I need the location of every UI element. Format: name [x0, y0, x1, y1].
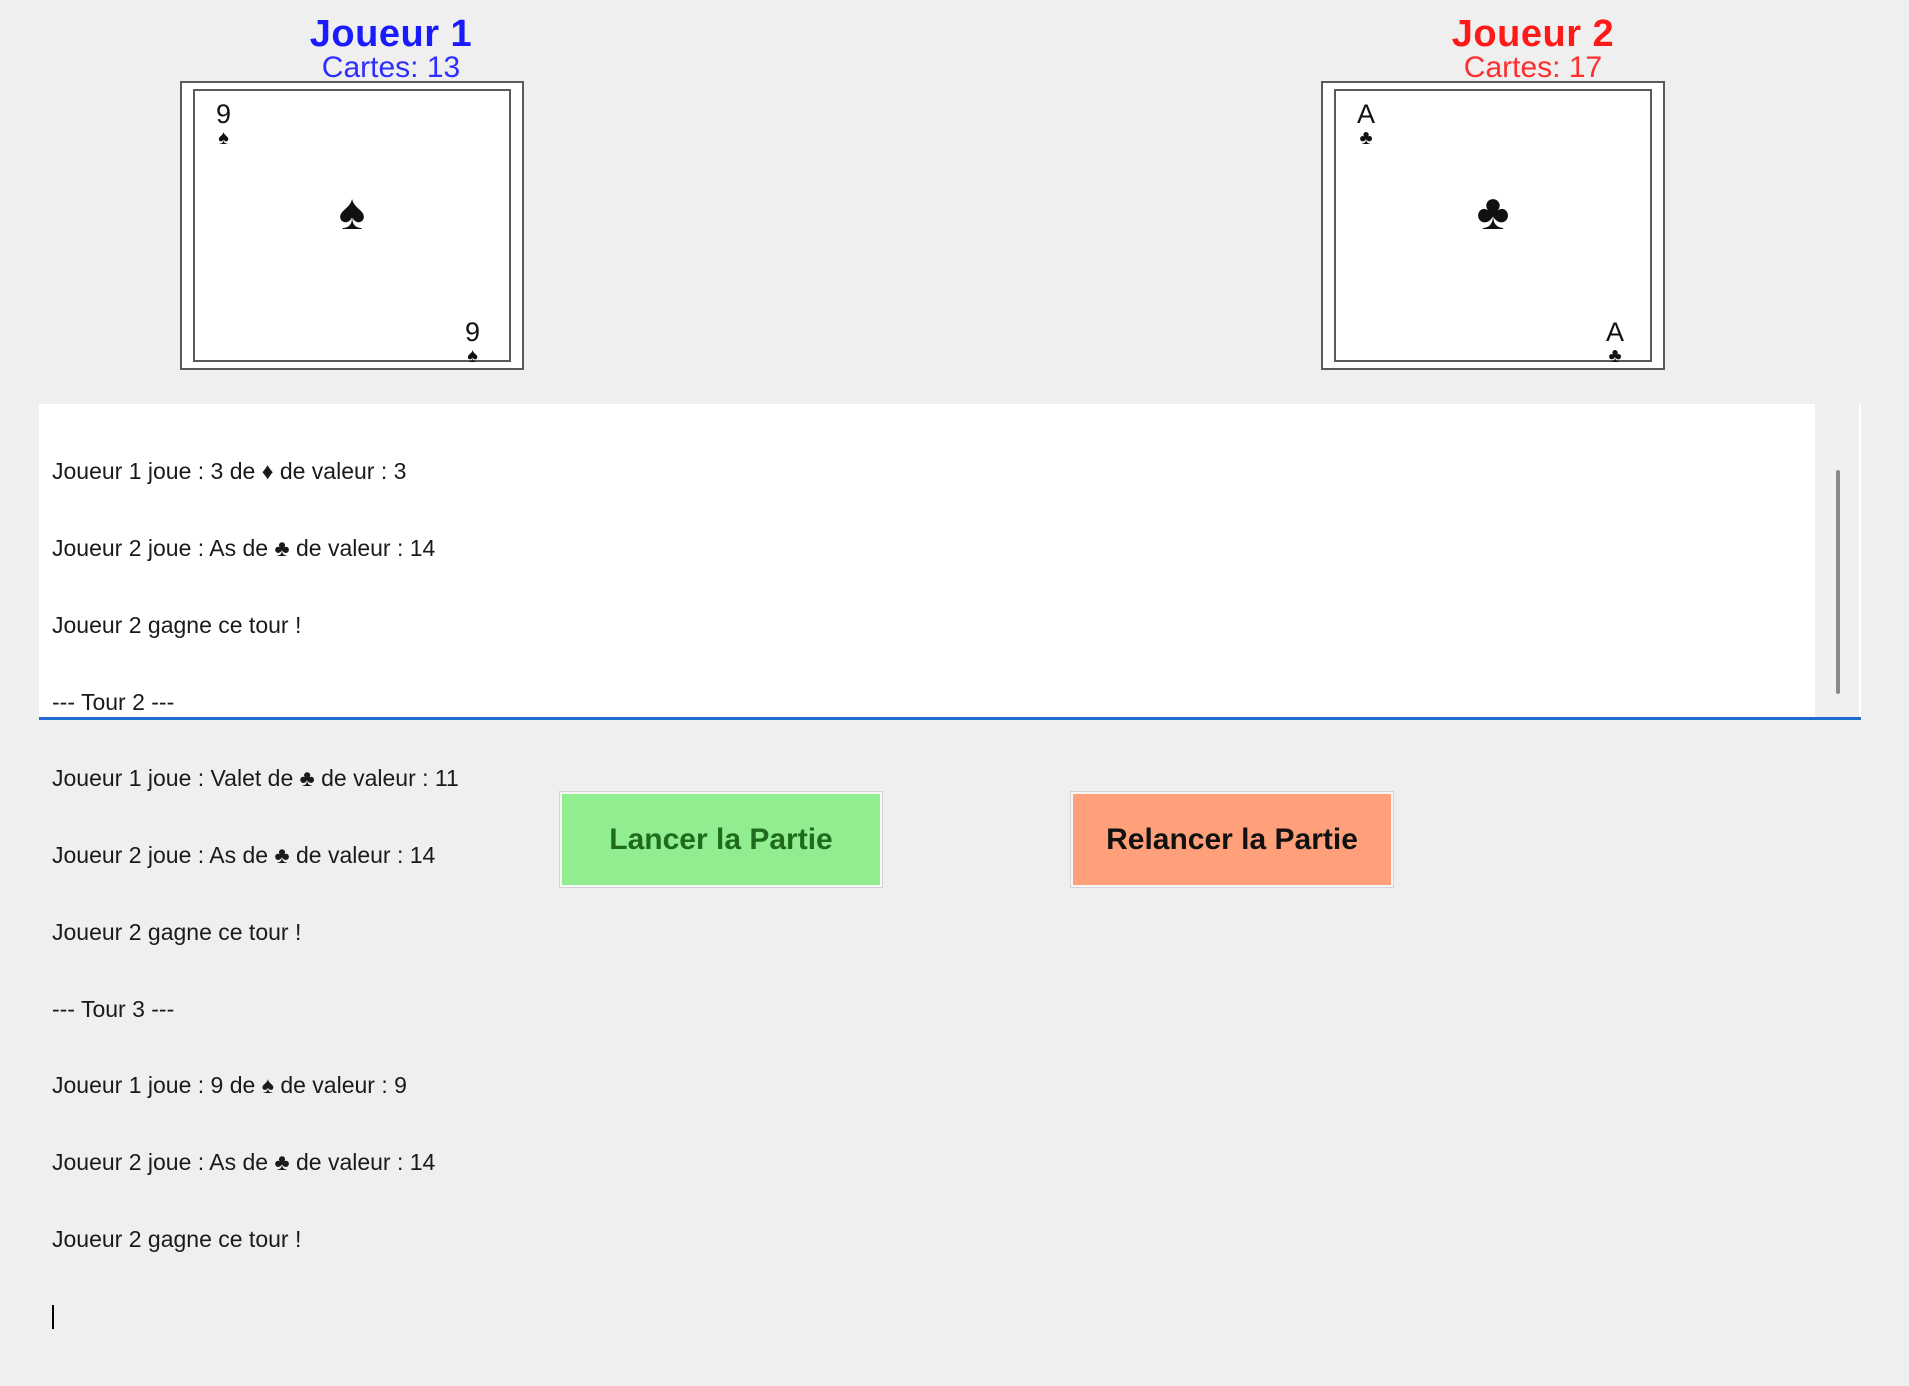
player-1-card: 9 ♠ ♠ 9 ♠	[180, 81, 524, 370]
log-line: Joueur 2 gagne ce tour !	[52, 1226, 302, 1252]
log-line: Joueur 1 joue : 3 de ♦ de valeur : 3	[52, 458, 407, 485]
text-caret	[52, 1304, 459, 1335]
log-line: --- Tour 2 ---	[52, 688, 175, 715]
card-corner-top-left: 9 ♠	[216, 99, 232, 150]
log-line: Joueur 2 joue : As de ♣ de valeur : 14	[52, 534, 436, 561]
card-rank: A	[1606, 317, 1625, 347]
restart-game-button[interactable]: Relancer la Partie	[1070, 791, 1394, 888]
log-line: Joueur 1 joue : Valet de ♣ de valeur : 1…	[52, 765, 459, 792]
log-line: Joueur 2 gagne ce tour !	[52, 611, 302, 638]
card-corner-bottom-right: 9 ♠	[465, 317, 481, 368]
club-icon: ♣	[1359, 127, 1373, 149]
card-corner-top-left: A ♣	[1357, 99, 1376, 150]
player-2-name: Joueur 2	[1451, 13, 1615, 55]
card-rank: A	[1357, 99, 1376, 129]
spade-icon: ♠	[338, 184, 366, 240]
player-2-card-count: Cartes: 17	[1463, 51, 1603, 84]
start-game-button[interactable]: Lancer la Partie	[559, 791, 883, 888]
log-line: --- Tour 3 ---	[52, 995, 175, 1022]
card-rank: 9	[465, 317, 481, 347]
log-scrollbar[interactable]	[1815, 404, 1859, 717]
log-line: Joueur 2 gagne ce tour !	[52, 918, 302, 945]
spade-icon: ♠	[467, 345, 478, 367]
game-log-textarea[interactable]: Joueur 1 joue : 3 de ♦ de valeur : 3 Jou…	[39, 404, 1861, 1329]
game-log-lines: Joueur 1 joue : 3 de ♦ de valeur : 3 Jou…	[52, 408, 459, 1386]
log-line: Joueur 2 joue : As de ♣ de valeur : 14	[52, 1149, 436, 1176]
log-line: Joueur 2 joue : As de ♣ de valeur : 14	[52, 842, 436, 869]
player-1-name: Joueur 1	[309, 13, 473, 55]
player-2-header: Joueur 2 Cartes: 17	[1363, 13, 1703, 84]
card-rank: 9	[216, 99, 232, 129]
spade-icon: ♠	[218, 127, 229, 149]
club-icon: ♣	[1608, 345, 1622, 367]
club-icon: ♣	[1476, 184, 1510, 240]
player-1-header: Joueur 1 Cartes: 13	[221, 13, 561, 84]
card-corner-bottom-right: A ♣	[1606, 317, 1625, 368]
player-2-card: A ♣ ♣ A ♣	[1321, 81, 1665, 370]
log-line: Joueur 1 joue : 9 de ♠ de valeur : 9	[52, 1072, 407, 1099]
player-1-card-count: Cartes: 13	[321, 51, 461, 84]
log-scrollbar-thumb[interactable]	[1836, 470, 1840, 694]
